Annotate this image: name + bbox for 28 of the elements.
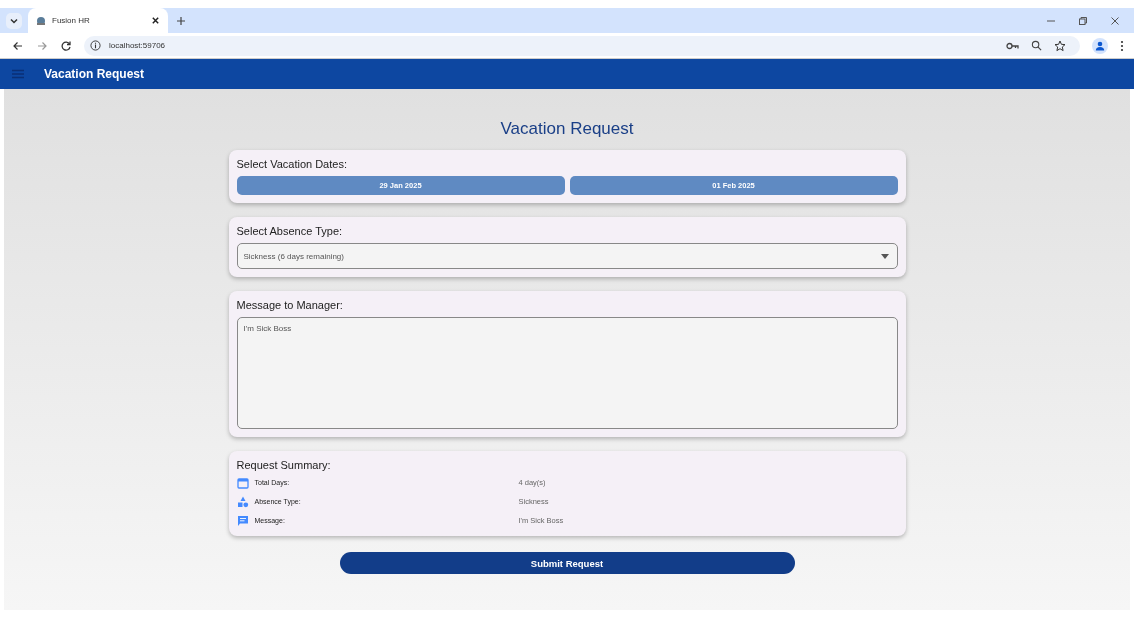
card-heading: Select Vacation Dates: (236, 158, 348, 170)
dropdown-arrow-icon (880, 253, 889, 259)
page-title: Vacation Request (500, 119, 634, 139)
app-title: Vacation Request (44, 67, 145, 81)
chat-icon (236, 514, 249, 527)
profile-icon[interactable] (1092, 37, 1108, 54)
shapes-icon (236, 495, 249, 508)
card-heading: Request Summary: (236, 459, 332, 471)
tab-list-button[interactable] (6, 12, 22, 29)
star-icon[interactable] (1054, 39, 1066, 52)
close-icon[interactable] (151, 16, 160, 25)
submit-button[interactable]: Submit Request (339, 552, 795, 574)
message-field[interactable]: I'm Sick Boss (236, 317, 898, 429)
calendar-icon (236, 476, 249, 489)
absence-type-dropdown[interactable]: Sickness (6 days remaining) (236, 243, 898, 269)
forward-icon[interactable] (36, 39, 48, 52)
info-icon[interactable] (90, 40, 101, 51)
zoom-icon[interactable] (1031, 40, 1042, 51)
key-icon[interactable] (1006, 40, 1019, 51)
card-heading: Message to Manager: (236, 299, 344, 311)
card-heading: Select Absence Type: (236, 225, 344, 237)
more-icon[interactable] (1120, 39, 1124, 52)
new-tab-icon[interactable] (176, 15, 186, 26)
back-icon[interactable] (12, 39, 24, 52)
address-bar[interactable]: localhost:59706 (84, 35, 1080, 56)
restore-icon[interactable] (1078, 15, 1088, 26)
reload-icon[interactable] (60, 39, 72, 52)
browser-tab[interactable]: Fusion HR (28, 8, 168, 33)
